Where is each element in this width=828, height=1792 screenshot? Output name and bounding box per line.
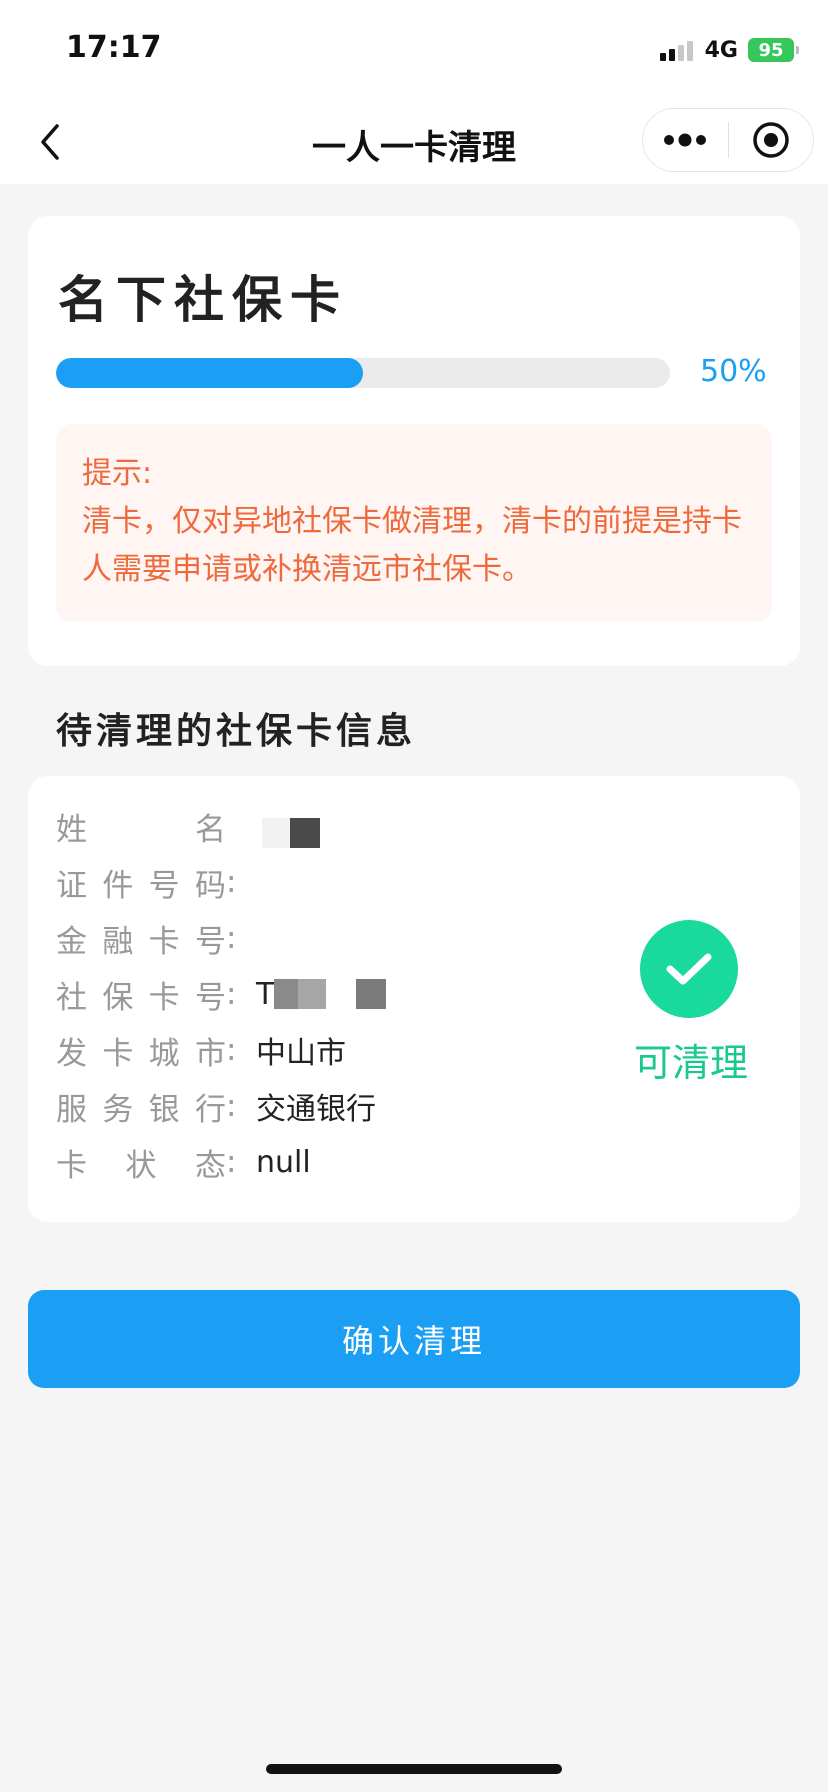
card-info-panel: 姓名证件号码: 金融卡号: 社保卡号: T 发卡城市: 中山市服务银行: 交通银行卡状态: n… [28,776,800,1222]
check-mark-icon [666,953,712,985]
info-value: null [256,1142,311,1182]
summary-card: 名下社保卡 50% 提示: 清卡，仅对异地社保卡做清理，清卡的前提是持卡人需要申… [28,216,800,666]
info-label-char: 服 [56,1091,87,1128]
redacted-mosaic [290,818,320,848]
info-label-char: 银 [148,1091,180,1128]
info-label-char: 卡 [148,923,180,960]
info-row: 社保卡号: T [56,966,387,1022]
check-circle-icon [640,920,738,1018]
target-icon [753,122,789,158]
info-label: 姓名 [56,804,226,849]
battery-level: 95 [758,39,784,61]
progress-percent: 50% [700,354,767,389]
redacted-mosaic [298,979,327,1009]
info-colon: : [226,864,237,900]
info-row: 服务银行: 交通银行 [56,1078,386,1134]
info-label-char: 城 [148,1035,180,1072]
card-title: 名下社保卡 [58,271,348,329]
tip-title: 提示: [82,456,153,491]
status-indicators: 4G 95 [659,36,799,64]
info-label: 证件号码 [56,860,226,905]
info-label-char: 状 [125,1147,157,1184]
info-colon: : [226,1088,237,1124]
info-value-text: null [256,1144,311,1180]
info-list: 姓名证件号码: 金融卡号: 社保卡号: T 发卡城市: 中山市服务银行: 交通银行卡状态: n… [56,798,387,1190]
status-bar: 17:17 4G 95 [0,0,828,100]
info-label-char: 金 [56,923,87,960]
tip-box: 提示: 清卡，仅对异地社保卡做清理，清卡的前提是持卡人需要申请或补换清远市社保卡… [56,424,772,622]
info-label-char: 号 [194,979,226,1016]
info-row: 姓名 [56,798,386,854]
info-label-char: 务 [102,1091,134,1128]
info-label-char: 号 [148,867,180,904]
progress-fill [56,358,363,388]
info-value: 中山市 [256,1030,346,1071]
info-label: 服务银行 [56,1084,226,1129]
info-label-char: 卡 [56,1147,87,1184]
info-label-char: 码 [194,867,226,904]
status-time: 17:17 [66,30,162,65]
info-label-char: 态 [195,1147,226,1184]
info-colon: : [226,1032,237,1068]
close-miniprogram-button[interactable] [729,108,814,172]
info-value-text: 中山市 [256,1036,346,1071]
battery-icon: 95 [748,38,799,62]
more-button[interactable] [643,108,728,172]
info-label: 社保卡号 [56,972,226,1017]
info-label-char: 市 [194,1035,226,1072]
info-label-char: 卡 [102,1035,134,1072]
info-value: 交通银行 [256,1086,376,1127]
info-label-char: 号 [194,923,226,960]
network-type: 4G [704,37,738,63]
signal-icon [659,39,693,61]
info-row: 证件号码: [56,854,386,910]
clearable-status: 可清理 [633,1041,748,1085]
info-label-char: 名 [195,811,226,848]
info-label-char: 融 [102,923,134,960]
redacted-mosaic [274,979,299,1009]
redacted-mosaic [262,818,290,848]
info-row: 卡 状 态: null [56,1134,386,1190]
info-label-char: 姓 [56,811,87,848]
home-indicator [266,1764,562,1774]
info-colon: : [226,920,237,956]
info-row: 金融卡号: [56,910,386,966]
info-value-text: 交通银行 [256,1092,376,1127]
info-label: 卡状态 [56,1140,226,1185]
nav-bar: 一人一卡清理 [0,100,828,184]
info-colon: : [226,1144,237,1180]
confirm-clear-button[interactable]: 确认清理 [28,1290,800,1388]
more-dots-icon [664,133,707,147]
info-colon: : [226,976,237,1012]
info-label-char: 保 [102,979,134,1016]
info-value-text: T [256,976,275,1012]
info-label-char: 发 [56,1035,87,1072]
info-value [256,806,320,848]
info-label-char: 卡 [148,979,180,1016]
info-label-char: 社 [56,979,87,1016]
info-value: T [256,974,387,1014]
tip-text: 清卡，仅对异地社保卡做清理，清卡的前提是持卡人需要申请或补换清远市社保卡。 [82,504,742,587]
redacted-mosaic [356,979,387,1009]
info-label: 发卡城市 [56,1028,226,1073]
info-label-char: 行 [194,1091,226,1128]
info-label: 金融卡号 [56,916,226,961]
progress-bar [56,358,670,388]
section-title: 待清理的社保卡信息 [56,711,417,752]
info-label-char: 件 [102,867,134,904]
info-row: 发卡城市: 中山市 [56,1022,386,1078]
info-label-char: 证 [56,867,87,904]
mini-program-capsule [642,108,814,172]
